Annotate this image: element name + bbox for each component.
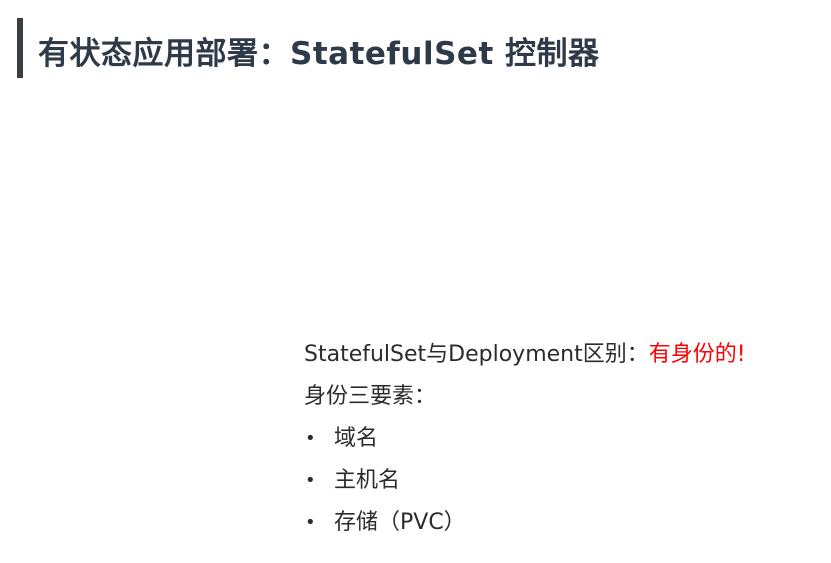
identity-heading: 身份三要素： xyxy=(304,384,437,409)
difference-highlight: 有身份的! xyxy=(648,342,746,367)
slide-content: StatefulSet与Deployment区别：有身份的! 身份三要素： • … xyxy=(304,338,746,548)
bullet-icon: • xyxy=(305,428,316,449)
list-item-hostname: • 主机名 xyxy=(304,464,746,506)
page-title: 有状态应用部署：StatefulSet 控制器 xyxy=(38,36,600,72)
bullet-icon: • xyxy=(305,470,316,491)
list-item-label: 主机名 xyxy=(334,468,401,493)
list-item-label: 域名 xyxy=(334,426,379,451)
difference-line: StatefulSet与Deployment区别：有身份的! xyxy=(304,338,746,380)
identity-elements-list: • 域名 • 主机名 • 存储（PVC） xyxy=(304,422,746,548)
title-accent-bar xyxy=(17,18,23,78)
list-item-domain: • 域名 xyxy=(304,422,746,464)
list-item-label: 存储（PVC） xyxy=(334,510,466,535)
difference-label: StatefulSet与Deployment区别： xyxy=(304,342,649,367)
bullet-icon: • xyxy=(305,512,316,533)
list-item-storage: • 存储（PVC） xyxy=(304,506,746,548)
